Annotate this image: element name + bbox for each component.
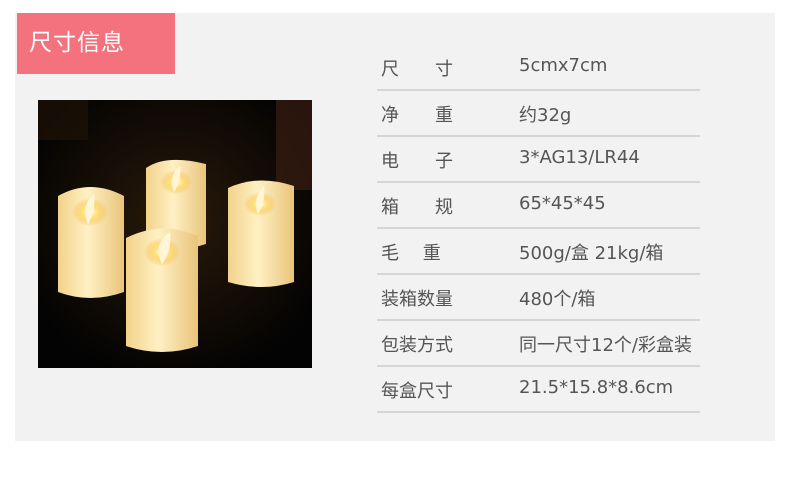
spec-value: 480个/箱: [519, 289, 596, 310]
spec-row-carton-size: 箱 规 65*45*45: [377, 183, 700, 229]
spec-label: 毛 重: [381, 243, 441, 264]
spec-value: 65*45*45: [519, 193, 606, 214]
spec-row-box-size: 每盒尺寸 21.5*15.8*8.6cm: [377, 367, 700, 413]
spec-row-packaging: 包装方式 同一尺寸12个/彩盒装: [377, 321, 700, 367]
spec-row-gross-weight: 毛 重 500g/盒 21kg/箱: [377, 229, 700, 275]
spec-label: 尺 寸: [381, 59, 453, 80]
spec-label: 箱 规: [381, 197, 453, 218]
spec-label: 净 重: [381, 105, 453, 126]
spec-row-net-weight: 净 重 约32g: [377, 91, 700, 137]
spec-row-size: 尺 寸 5cmx7cm: [377, 45, 700, 91]
spec-label: 装箱数量: [381, 289, 453, 310]
spec-row-carton-qty: 装箱数量 480个/箱: [377, 275, 700, 321]
candle-right: [228, 180, 294, 287]
candle-front: [126, 228, 198, 352]
spec-row-battery: 电 子 3*AG13/LR44: [377, 137, 700, 183]
spec-table: 尺 寸 5cmx7cm 净 重 约32g 电 子 3*AG13/LR44 箱 规…: [377, 45, 700, 413]
spec-label: 每盒尺寸: [381, 381, 453, 402]
spec-value: 21.5*15.8*8.6cm: [519, 377, 674, 398]
section-title: 尺寸信息: [17, 13, 175, 74]
candle-left: [58, 187, 124, 298]
spec-value: 同一尺寸12个/彩盒装: [519, 335, 692, 356]
spec-label: 电 子: [381, 151, 453, 172]
spec-value: 约32g: [519, 105, 572, 126]
spec-value: 5cmx7cm: [519, 55, 608, 76]
spec-value: 500g/盒 21kg/箱: [519, 243, 664, 264]
spec-value: 3*AG13/LR44: [519, 147, 640, 168]
product-photo: [38, 100, 312, 368]
spec-label: 包装方式: [381, 335, 453, 356]
